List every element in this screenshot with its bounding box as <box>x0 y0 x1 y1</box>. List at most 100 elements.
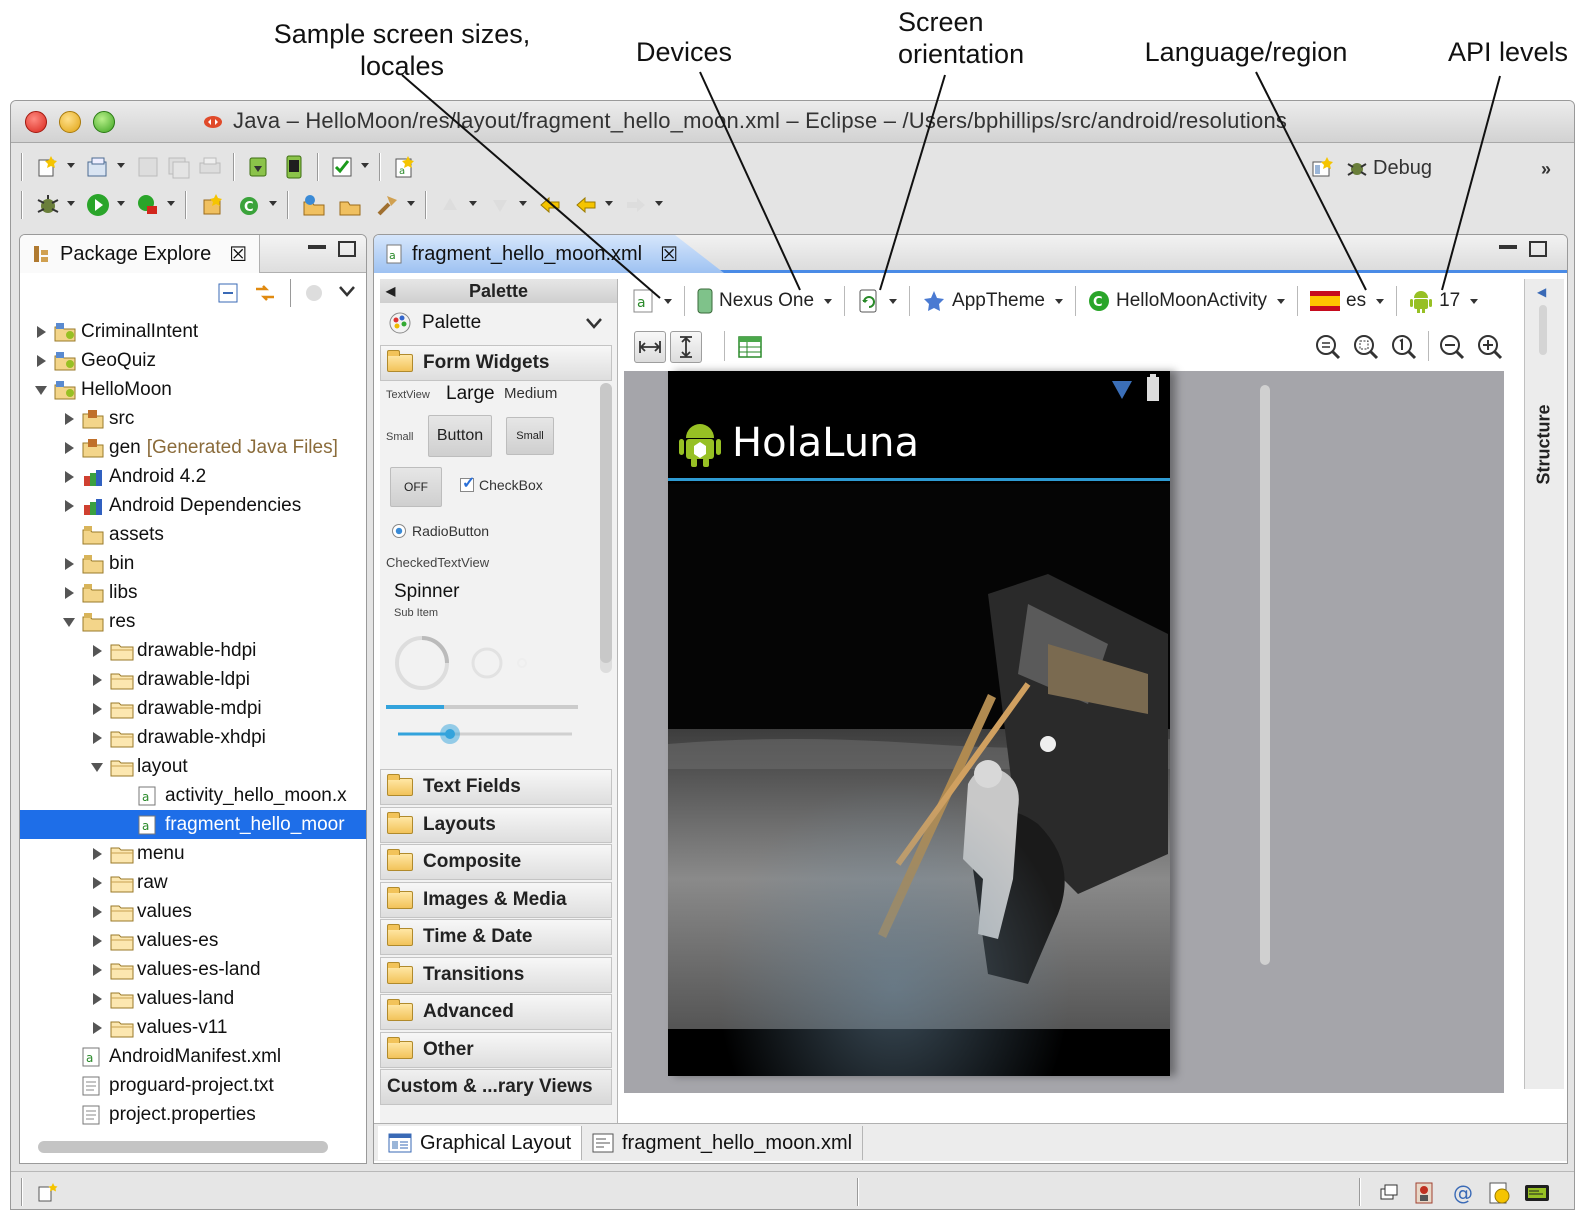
collapsed-twisty-icon[interactable] <box>90 644 104 658</box>
open-type-icon[interactable] <box>301 192 327 218</box>
new-class-dropdown[interactable] <box>269 201 277 206</box>
new-package-icon[interactable] <box>199 192 225 218</box>
palette-category[interactable]: Advanced <box>380 994 612 1030</box>
palette-category[interactable]: Layouts <box>380 807 612 843</box>
collapsed-twisty-icon[interactable] <box>62 557 76 571</box>
widget-progressbars[interactable] <box>392 633 542 693</box>
palette-scroll-thumb[interactable] <box>600 383 612 663</box>
device-preview[interactable]: HolaLuna <box>668 371 1170 1076</box>
close-window-button[interactable] <box>25 111 47 133</box>
zoom-in-icon[interactable] <box>1476 333 1504 361</box>
collapsed-twisty-icon[interactable] <box>90 905 104 919</box>
prev-annotation-icon[interactable] <box>487 192 513 218</box>
android-sdk-manager-icon[interactable] <box>245 154 271 180</box>
collapse-all-icon[interactable] <box>216 281 240 305</box>
widget-medium-text[interactable]: Medium <box>504 385 557 402</box>
open-perspective-icon[interactable] <box>1311 156 1335 180</box>
new-project-icon[interactable] <box>85 154 111 180</box>
graphical-layout-tab[interactable]: Graphical Layout <box>378 1126 583 1160</box>
structure-expand-icon[interactable]: ◀ <box>1537 285 1546 299</box>
back-icon[interactable] <box>573 192 599 218</box>
debug-icon[interactable] <box>35 192 61 218</box>
palette-category[interactable]: Composite <box>380 844 612 880</box>
debug-perspective-button[interactable]: Debug <box>1345 156 1432 180</box>
tree-item[interactable]: src <box>20 404 366 433</box>
tree-item[interactable]: HelloMoon <box>20 375 366 404</box>
debug-dropdown[interactable] <box>67 201 75 206</box>
tree-item[interactable]: drawable-hdpi <box>20 636 366 665</box>
tree-item[interactable]: values-land <box>20 984 366 1013</box>
external-tools-dropdown[interactable] <box>167 201 175 206</box>
lint-check-icon[interactable] <box>329 154 355 180</box>
android-logcat-icon[interactable] <box>1523 1181 1553 1205</box>
forward-dropdown[interactable] <box>655 201 663 206</box>
print-icon[interactable] <box>197 154 223 180</box>
minimize-window-button[interactable] <box>59 111 81 133</box>
collapsed-twisty-icon[interactable] <box>62 470 76 484</box>
api-level-chooser[interactable]: 17 <box>1401 285 1486 317</box>
tree-item[interactable]: drawable-mdpi <box>20 694 366 723</box>
android-avd-manager-icon[interactable] <box>281 154 307 180</box>
tree-item[interactable]: a activity_hello_moon.x <box>20 781 366 810</box>
collapsed-twisty-icon[interactable] <box>90 702 104 716</box>
editor-minimize-icon[interactable] <box>1499 245 1517 249</box>
next-annotation-dropdown[interactable] <box>469 201 477 206</box>
tree-item[interactable]: a AndroidManifest.xml <box>20 1042 366 1071</box>
new-android-xml-icon[interactable]: a <box>391 154 417 180</box>
zoom-100-icon[interactable] <box>1390 333 1418 361</box>
widget-small-text[interactable]: Small <box>386 431 414 443</box>
package-explorer-close-icon[interactable]: ☒ <box>229 242 247 267</box>
new-wizard-icon[interactable] <box>35 154 61 180</box>
more-perspectives-chevron[interactable]: » <box>1541 159 1551 180</box>
tree-item[interactable]: drawable-xhdpi <box>20 723 366 752</box>
ddms-devices-icon[interactable] <box>1413 1180 1439 1206</box>
collapsed-twisty-icon[interactable] <box>90 673 104 687</box>
widget-toggle-button[interactable]: OFF <box>390 467 442 507</box>
restore-trim-icon[interactable] <box>1377 1182 1399 1204</box>
widget-horizontal-progressbar[interactable] <box>386 705 578 709</box>
collapsed-twisty-icon[interactable] <box>34 325 48 339</box>
structure-grip[interactable] <box>1539 305 1547 355</box>
locale-chooser[interactable]: es <box>1302 285 1392 317</box>
fast-view-icon[interactable] <box>37 1181 59 1203</box>
search-tool-icon[interactable] <box>375 192 401 218</box>
new-class-icon[interactable]: C <box>237 192 263 218</box>
collapsed-twisty-icon[interactable] <box>62 412 76 426</box>
widget-checkbox[interactable]: ✓ CheckBox <box>460 475 543 493</box>
forward-icon[interactable] <box>623 192 649 218</box>
palette-category[interactable]: Time & Date <box>380 919 612 955</box>
tree-item[interactable]: layout <box>20 752 366 781</box>
package-explorer-horizontal-scrollbar[interactable] <box>38 1141 328 1153</box>
orientation-chooser[interactable] <box>849 285 905 317</box>
layout-canvas[interactable]: HolaLuna <box>624 371 1504 1093</box>
tree-item[interactable]: res <box>20 607 366 636</box>
package-explorer-tab[interactable]: Package Explore ☒ <box>20 235 260 273</box>
palette-category[interactable]: Custom & ...rary Views <box>380 1069 612 1105</box>
collapsed-twisty-icon[interactable] <box>62 499 76 513</box>
prev-annotation-dropdown[interactable] <box>519 201 527 206</box>
palette-selector[interactable]: Palette <box>380 305 617 341</box>
widget-checkedtextview[interactable]: CheckedTextView <box>386 555 489 570</box>
collapsed-twisty-icon[interactable] <box>90 934 104 948</box>
collapsed-twisty-icon[interactable] <box>90 876 104 890</box>
collapsed-twisty-icon[interactable] <box>90 992 104 1006</box>
toggle-fill-width-button[interactable] <box>634 331 666 363</box>
widget-spinner[interactable]: Spinner <box>394 581 460 603</box>
zoom-to-actual-icon[interactable] <box>1352 333 1380 361</box>
tree-item[interactable]: project.properties <box>20 1100 366 1129</box>
structure-label[interactable]: Structure <box>1534 404 1555 484</box>
lint-check-dropdown[interactable] <box>361 163 369 168</box>
emulate-real-size-icon[interactable] <box>736 333 764 361</box>
widget-small-button[interactable]: Small <box>506 417 554 455</box>
tree-item[interactable]: drawable-ldpi <box>20 665 366 694</box>
tree-item[interactable]: GeoQuiz <box>20 346 366 375</box>
next-annotation-icon[interactable] <box>437 192 463 218</box>
widget-seekbar[interactable] <box>392 719 582 749</box>
external-tools-icon[interactable] <box>135 192 161 218</box>
declaration-icon[interactable] <box>1487 1180 1513 1206</box>
new-project-dropdown[interactable] <box>117 163 125 168</box>
collapsed-twisty-icon[interactable] <box>90 847 104 861</box>
expanded-twisty-icon[interactable] <box>62 615 76 629</box>
tree-item[interactable]: bin <box>20 549 366 578</box>
collapsed-twisty-icon[interactable] <box>90 963 104 977</box>
